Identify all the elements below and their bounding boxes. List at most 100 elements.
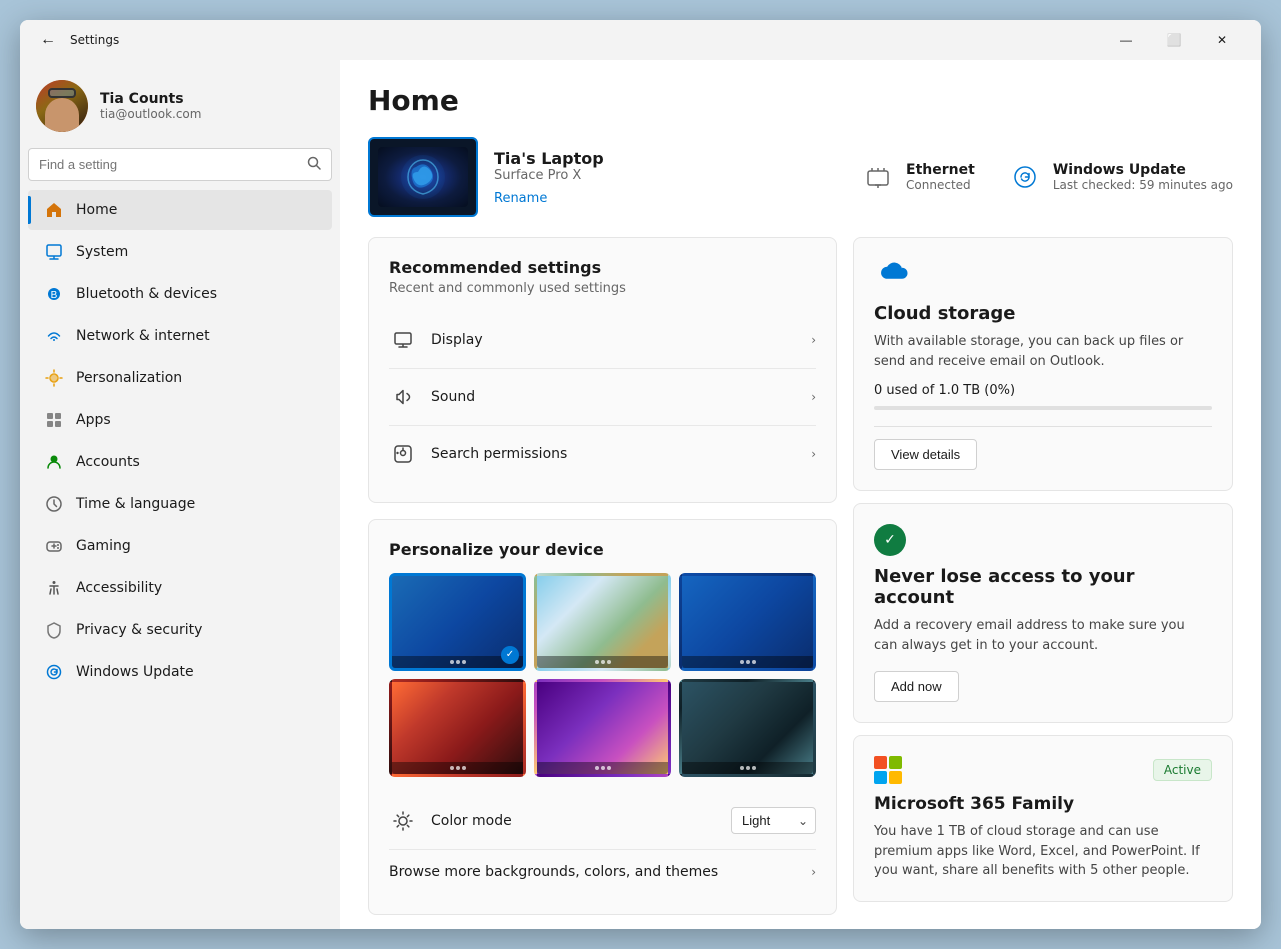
window-title: Settings <box>70 33 119 47</box>
theme-4[interactable] <box>389 679 526 777</box>
sidebar-item-gaming[interactable]: Gaming <box>28 526 332 566</box>
sidebar-item-accessibility[interactable]: Accessibility <box>28 568 332 608</box>
back-button[interactable]: ← <box>36 27 60 53</box>
color-mode-row: Color mode Light Dark Custom <box>389 793 816 850</box>
device-strip: Tia's Laptop Surface Pro X Rename <box>368 137 1233 217</box>
search-perms-icon <box>389 440 417 468</box>
cloud-storage-desc: With available storage, you can back up … <box>874 332 1212 371</box>
user-profile[interactable]: Tia Counts tia@outlook.com <box>20 68 340 148</box>
sound-chevron: › <box>811 390 816 404</box>
browse-label: Browse more backgrounds, colors, and the… <box>389 864 811 880</box>
color-mode-select-wrapper[interactable]: Light Dark Custom <box>731 807 816 834</box>
user-name: Tia Counts <box>100 91 324 107</box>
theme-6[interactable] <box>679 679 816 777</box>
active-badge: Active <box>1153 759 1212 781</box>
sound-label: Sound <box>431 389 811 405</box>
view-details-button[interactable]: View details <box>874 439 977 470</box>
color-mode-select[interactable]: Light Dark Custom <box>731 807 816 834</box>
sidebar-item-label-privacy: Privacy & security <box>76 622 202 638</box>
personalize-icon <box>44 368 64 388</box>
cloud-icon <box>874 258 1212 293</box>
maximize-button[interactable]: ⬜ <box>1151 24 1197 56</box>
security-shield-icon: ✓ <box>874 524 906 556</box>
sidebar-item-label-time: Time & language <box>76 496 195 512</box>
apps-icon <box>44 410 64 430</box>
theme-2[interactable] <box>534 573 671 671</box>
sidebar-item-label-system: System <box>76 244 128 260</box>
update-info: Windows Update Last checked: 59 minutes … <box>1053 162 1233 192</box>
sidebar: Tia Counts tia@outlook.com <box>20 60 340 929</box>
cloud-storage-card: Cloud storage With available storage, yo… <box>853 237 1233 491</box>
title-bar-left: ← Settings <box>36 27 119 53</box>
ms365-card: Active Microsoft 365 Family You have 1 T… <box>853 735 1233 902</box>
sidebar-item-update[interactable]: Windows Update <box>28 652 332 692</box>
privacy-icon <box>44 620 64 640</box>
cloud-storage-title: Cloud storage <box>874 303 1212 324</box>
storage-bar <box>874 406 1212 410</box>
sidebar-item-label-accessibility: Accessibility <box>76 580 162 596</box>
page-title: Home <box>368 84 1233 117</box>
search-icon <box>307 155 321 174</box>
sidebar-item-label-accounts: Accounts <box>76 454 140 470</box>
ethernet-sublabel: Connected <box>906 178 975 192</box>
search-box[interactable] <box>28 148 332 181</box>
accounts-icon <box>44 452 64 472</box>
bluetooth-icon: B <box>44 284 64 304</box>
recommended-title: Recommended settings <box>389 258 816 277</box>
sidebar-item-privacy[interactable]: Privacy & security <box>28 610 332 650</box>
recommended-settings-card: Recommended settings Recent and commonly… <box>368 237 837 503</box>
add-now-button[interactable]: Add now <box>874 671 959 702</box>
display-label: Display <box>431 332 811 348</box>
color-mode-label: Color mode <box>431 813 731 829</box>
display-icon <box>389 326 417 354</box>
browse-chevron: › <box>811 865 816 879</box>
personalize-card: Personalize your device ✓ <box>368 519 837 915</box>
color-mode-icon <box>389 807 417 835</box>
title-bar: ← Settings — ⬜ ✕ <box>20 20 1261 60</box>
svg-text:B: B <box>51 290 58 301</box>
ms365-logo-yellow <box>889 771 902 784</box>
device-thumbnail <box>368 137 478 217</box>
sound-setting-row[interactable]: Sound › <box>389 369 816 426</box>
status-item-ethernet: Ethernet Connected <box>860 159 975 195</box>
sidebar-item-accounts[interactable]: Accounts <box>28 442 332 482</box>
settings-window: ← Settings — ⬜ ✕ Tia Counts tia@out <box>20 20 1261 929</box>
sidebar-item-personalization[interactable]: Personalization <box>28 358 332 398</box>
user-email: tia@outlook.com <box>100 107 324 121</box>
content-area: Tia Counts tia@outlook.com <box>20 60 1261 929</box>
ms365-header: Active <box>874 756 1212 784</box>
sidebar-item-label-bluetooth: Bluetooth & devices <box>76 286 217 302</box>
ethernet-label: Ethernet <box>906 162 975 178</box>
rename-link[interactable]: Rename <box>494 191 547 206</box>
ms365-logo-blue <box>874 771 887 784</box>
display-setting-row[interactable]: Display › <box>389 312 816 369</box>
sidebar-item-bluetooth[interactable]: B Bluetooth & devices <box>28 274 332 314</box>
sidebar-item-label-network: Network & internet <box>76 328 210 344</box>
ms365-logo <box>874 756 902 784</box>
theme-5[interactable] <box>534 679 671 777</box>
ms365-desc: You have 1 TB of cloud storage and can u… <box>874 822 1212 881</box>
device-model: Surface Pro X <box>494 168 844 183</box>
search-input[interactable] <box>39 157 299 172</box>
theme-3[interactable] <box>679 573 816 671</box>
minimize-button[interactable]: — <box>1103 24 1149 56</box>
sidebar-item-home[interactable]: Home <box>28 190 332 230</box>
close-button[interactable]: ✕ <box>1199 24 1245 56</box>
search-perms-label: Search permissions <box>431 446 811 462</box>
personalize-title: Personalize your device <box>389 540 816 559</box>
browse-themes-row[interactable]: Browse more backgrounds, colors, and the… <box>389 850 816 894</box>
storage-info: 0 used of 1.0 TB (0%) <box>874 383 1212 398</box>
search-perms-row[interactable]: Search permissions › <box>389 426 816 482</box>
device-name: Tia's Laptop <box>494 149 844 168</box>
sidebar-item-time[interactable]: Time & language <box>28 484 332 524</box>
sidebar-item-apps[interactable]: Apps <box>28 400 332 440</box>
sidebar-item-label-gaming: Gaming <box>76 538 131 554</box>
sidebar-item-label-apps: Apps <box>76 412 111 428</box>
sidebar-item-network[interactable]: Network & internet <box>28 316 332 356</box>
theme-1[interactable]: ✓ <box>389 573 526 671</box>
ms365-logo-red <box>874 756 887 769</box>
avatar <box>36 80 88 132</box>
sidebar-item-system[interactable]: System <box>28 232 332 272</box>
sound-icon <box>389 383 417 411</box>
sidebar-item-label-update: Windows Update <box>76 664 194 680</box>
